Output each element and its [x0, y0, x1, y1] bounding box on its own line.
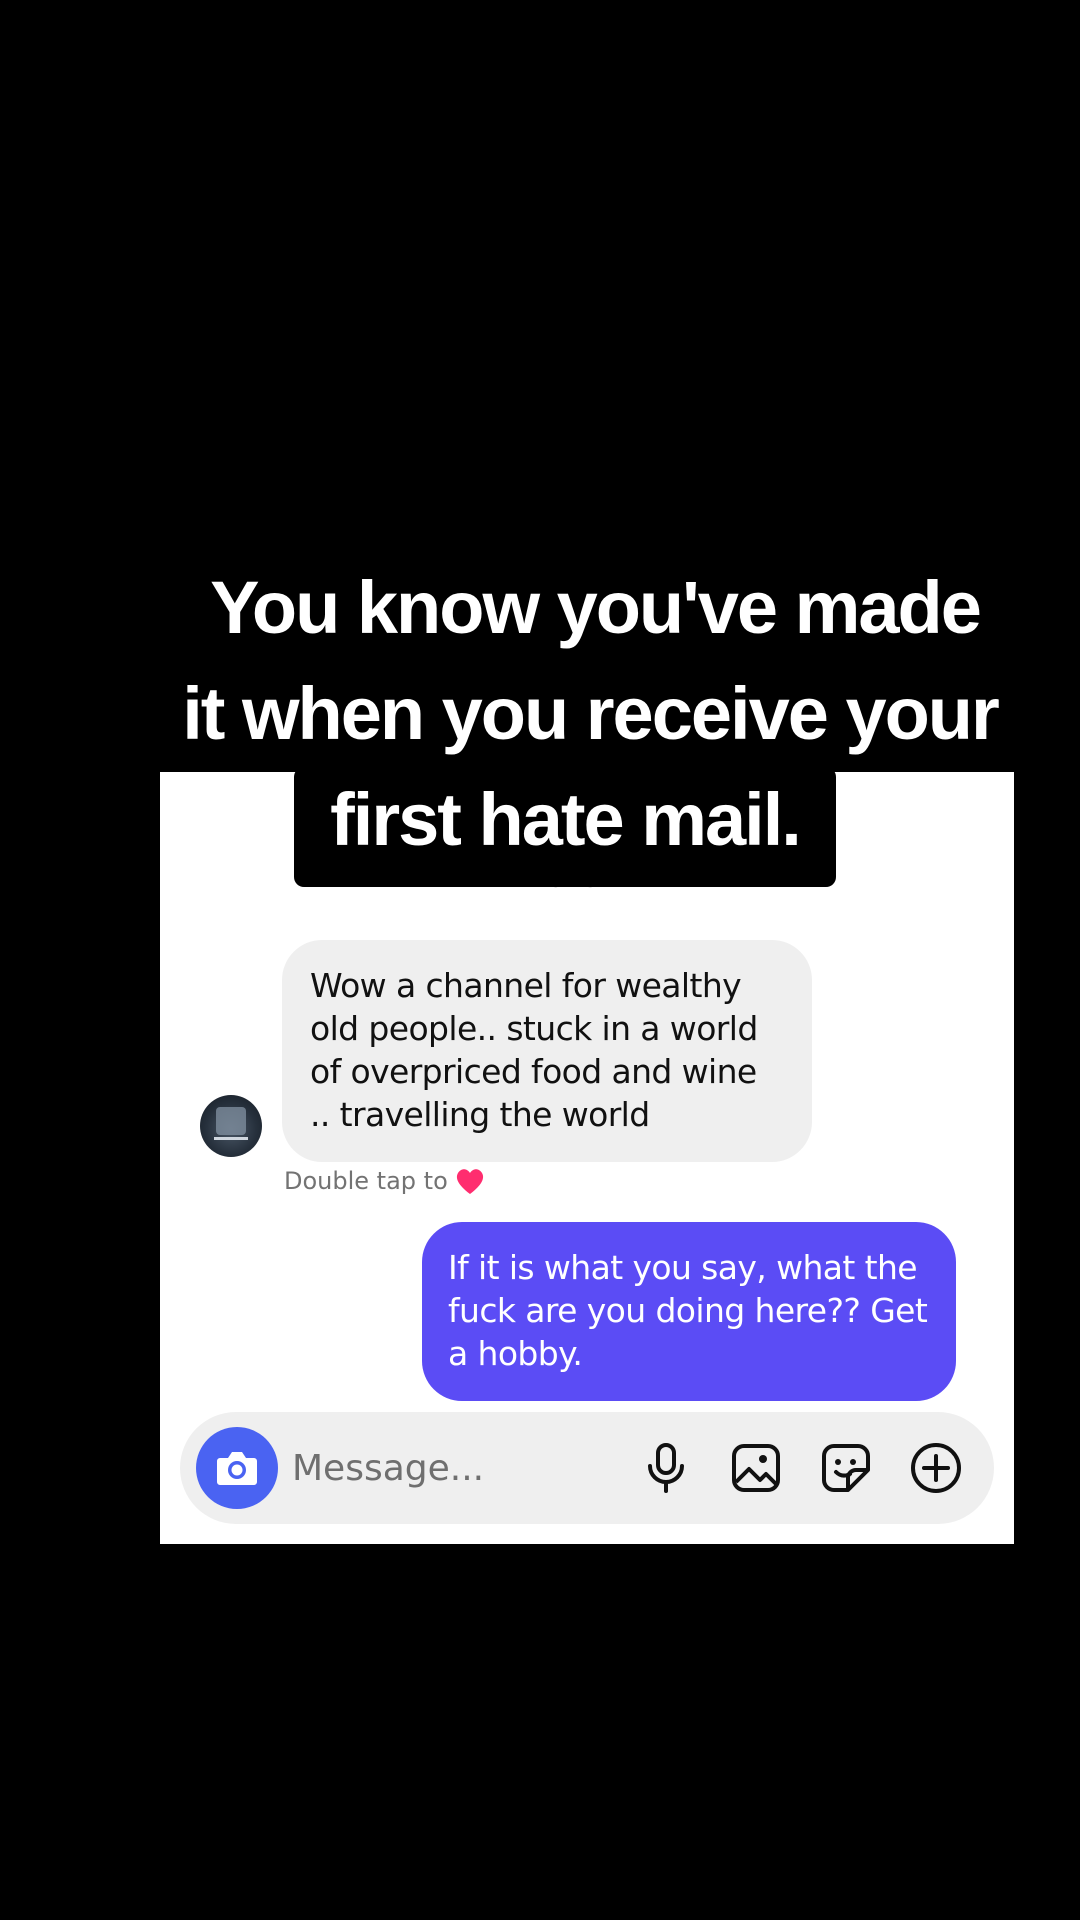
incoming-message-bubble[interactable]: Wow a channel for wealthy old people.. s…	[282, 940, 812, 1162]
caption-line-2: it when you receive your	[182, 672, 1000, 755]
avatar-detail	[214, 1137, 248, 1148]
sender-avatar[interactable]	[200, 1095, 262, 1157]
heart-icon	[454, 1166, 486, 1196]
plus-icon	[911, 1443, 961, 1493]
double-tap-hint: Double tap to	[284, 1166, 486, 1196]
message-input[interactable]	[292, 1442, 612, 1494]
gallery-button[interactable]	[728, 1440, 784, 1496]
camera-button[interactable]	[196, 1427, 278, 1509]
caption-line-1: You know you've made	[210, 566, 982, 649]
double-tap-label: Double tap to	[284, 1167, 448, 1195]
sticker-icon	[822, 1444, 870, 1492]
camera-icon	[217, 1452, 257, 1485]
voice-message-button[interactable]	[638, 1440, 694, 1496]
message-composer	[180, 1412, 994, 1524]
sticker-button[interactable]	[818, 1440, 874, 1496]
avatar-image	[216, 1107, 246, 1135]
microphone-icon	[648, 1443, 684, 1493]
more-options-button[interactable]	[908, 1440, 964, 1496]
video-frame: 10:23 AM Wow a channel for wealthy old p…	[0, 0, 1080, 1920]
outgoing-message-bubble[interactable]: If it is what you say, what the fuck are…	[422, 1222, 956, 1401]
gallery-icon	[732, 1444, 780, 1492]
caption-line-3: first hate mail.	[294, 767, 836, 887]
video-caption: You know you've made it when you receive…	[0, 555, 1080, 887]
dm-screenshot: 10:23 AM Wow a channel for wealthy old p…	[160, 772, 1014, 1544]
